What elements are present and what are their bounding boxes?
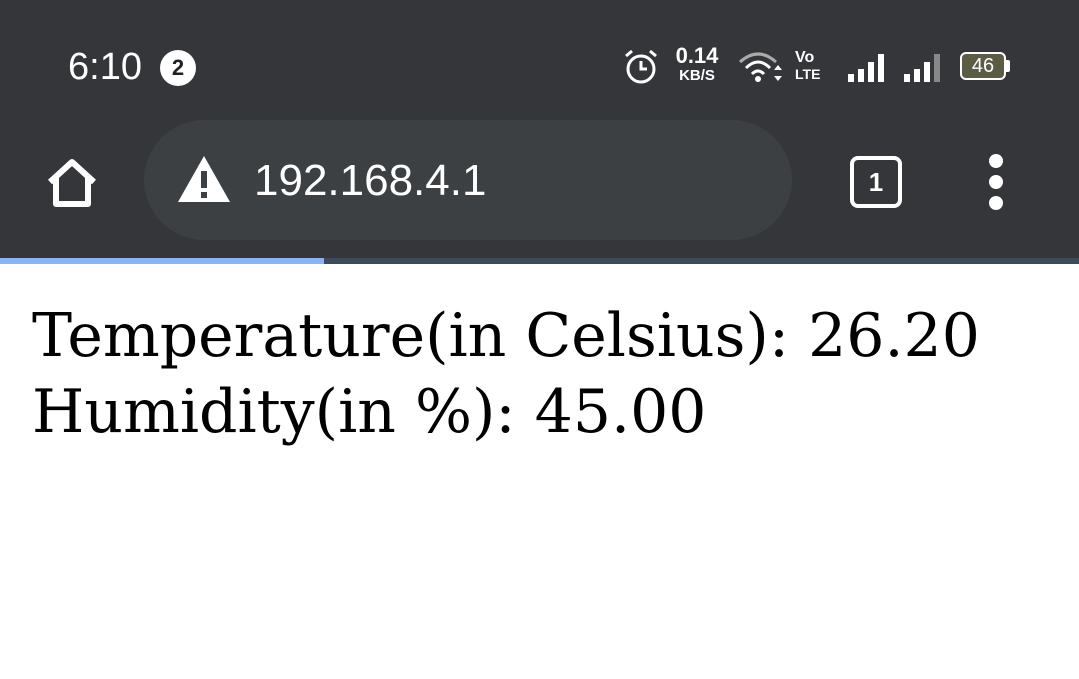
tabs-icon[interactable]: 1	[850, 156, 902, 208]
battery-icon: 46	[960, 52, 1006, 80]
signal-sim1-icon	[848, 54, 884, 82]
browser-toolbar: 192.168.4.1 1	[0, 120, 1079, 258]
status-bar: 6:10 2 0.14 KB/S Vo LTE 46	[0, 0, 1079, 120]
network-speed-value: 0.14	[675, 43, 719, 68]
clock: 6:10	[68, 46, 142, 88]
humidity-reading: Humidity(in %): 45.00	[32, 377, 707, 447]
battery-tip	[1006, 60, 1010, 72]
url-text[interactable]: 192.168.4.1	[254, 156, 486, 206]
home-icon[interactable]	[40, 150, 104, 214]
alarm-icon	[625, 49, 657, 84]
page-content: Temperature(in Celsius): 26.20 Humidity(…	[32, 298, 980, 450]
network-speed-unit: KB/S	[679, 67, 715, 84]
volte-bottom: LTE	[795, 66, 821, 82]
signal-sim2-icon	[904, 54, 940, 82]
notification-badge: 2	[160, 50, 196, 86]
network-speed: 0.14 KB/S	[672, 44, 722, 84]
menu-icon[interactable]	[980, 154, 1012, 210]
volte-indicator: Vo LTE	[795, 49, 821, 83]
address-bar[interactable]: 192.168.4.1	[144, 120, 792, 240]
page-load-progress-fill	[0, 258, 324, 264]
temperature-reading: Temperature(in Celsius): 26.20	[32, 301, 980, 371]
wifi-icon	[739, 52, 782, 82]
page-load-progress	[0, 258, 1079, 264]
volte-top: Vo	[795, 49, 815, 66]
warning-icon[interactable]	[176, 154, 232, 204]
